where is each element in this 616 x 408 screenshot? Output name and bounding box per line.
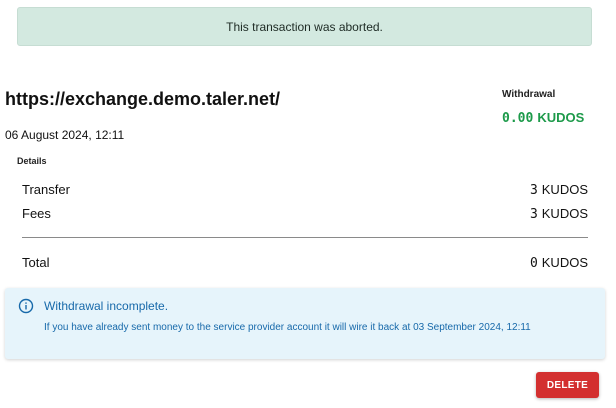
detail-row-currency: KUDOS	[541, 182, 588, 197]
detail-row-number: 3	[529, 183, 538, 198]
info-alert: Withdrawal incomplete. If you have alrea…	[5, 288, 605, 359]
info-title: Withdrawal incomplete.	[44, 299, 169, 313]
detail-row-transfer: Transfer 3 KUDOS	[22, 182, 588, 198]
delete-button[interactable]: DELETE	[536, 372, 599, 398]
total-currency: KUDOS	[541, 255, 588, 270]
exchange-url-title: https://exchange.demo.taler.net/	[5, 89, 281, 109]
details-label: Details	[17, 156, 47, 166]
transaction-date: 06 August 2024, 12:11	[5, 128, 125, 142]
total-label: Total	[22, 255, 50, 270]
total-value: 0 KUDOS	[530, 255, 588, 271]
total-number: 0	[529, 256, 538, 271]
status-banner: This transaction was aborted.	[17, 7, 592, 46]
detail-row-number: 3	[529, 207, 538, 222]
detail-row-total: Total 0 KUDOS	[22, 255, 588, 271]
amount-label: Withdrawal	[502, 89, 556, 100]
info-icon	[18, 298, 34, 314]
details-divider	[22, 237, 588, 238]
detail-row-fees: Fees 3 KUDOS	[22, 206, 588, 222]
info-text: If you have already sent money to the se…	[44, 322, 531, 333]
amount-currency: KUDOS	[537, 110, 585, 125]
detail-row-label: Fees	[22, 206, 51, 221]
amount-number: 0.00	[502, 111, 534, 126]
status-banner-text: This transaction was aborted.	[226, 19, 383, 34]
detail-row-value: 3 KUDOS	[530, 206, 588, 222]
detail-row-currency: KUDOS	[541, 206, 588, 221]
detail-row-value: 3 KUDOS	[530, 182, 588, 198]
amount-value: 0.00 KUDOS	[502, 110, 584, 126]
detail-row-label: Transfer	[22, 182, 70, 197]
